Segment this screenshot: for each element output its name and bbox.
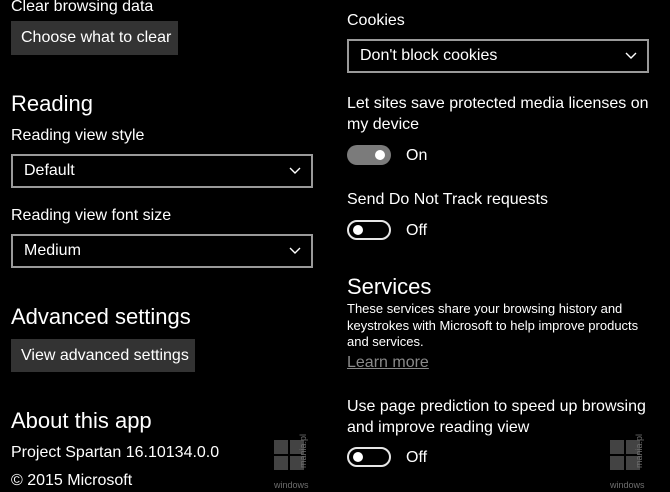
reading-view-style-label: Reading view style bbox=[11, 127, 145, 144]
copyright: © 2015 Microsoft bbox=[11, 472, 133, 489]
view-advanced-settings-button[interactable]: View advanced settings bbox=[11, 339, 195, 372]
learn-more-link[interactable]: Learn more bbox=[347, 354, 429, 372]
about-heading: About this app bbox=[11, 408, 152, 433]
chevron-down-icon bbox=[289, 245, 301, 257]
reading-view-font-size-select[interactable]: Medium bbox=[11, 234, 313, 268]
media-licenses-state: On bbox=[406, 147, 428, 164]
reading-view-font-size-label: Reading view font size bbox=[11, 207, 172, 224]
reading-view-style-value: Default bbox=[24, 162, 75, 179]
page-prediction-label-line2: and improve reading view bbox=[347, 419, 530, 436]
page-prediction-toggle[interactable] bbox=[347, 447, 391, 467]
toggle-knob bbox=[375, 150, 385, 160]
cookies-label: Cookies bbox=[347, 12, 405, 29]
media-licenses-label-line2: my device bbox=[347, 116, 420, 133]
reading-view-font-size-value: Medium bbox=[24, 242, 81, 259]
page-prediction-state: Off bbox=[406, 449, 428, 466]
watermark: mania.pl windows bbox=[272, 432, 330, 492]
cookies-value: Don't block cookies bbox=[360, 47, 498, 64]
services-heading: Services bbox=[347, 274, 432, 299]
watermark-horizontal-text: windows bbox=[274, 480, 309, 490]
media-licenses-label-line1: Let sites save protected media licenses … bbox=[347, 95, 649, 112]
watermark-horizontal-text: windows bbox=[610, 480, 645, 490]
chevron-down-icon bbox=[289, 165, 301, 177]
choose-what-to-clear-button[interactable]: Choose what to clear bbox=[11, 21, 178, 55]
advanced-settings-heading: Advanced settings bbox=[11, 304, 191, 329]
watermark-vertical-text: mania.pl bbox=[298, 433, 308, 468]
toggle-knob bbox=[353, 225, 363, 235]
toggle-knob bbox=[353, 452, 363, 462]
reading-heading: Reading bbox=[11, 91, 93, 116]
watermark-vertical-text: mania.pl bbox=[634, 433, 644, 468]
services-description-line1: These services share your browsing histo… bbox=[347, 301, 623, 316]
clear-browsing-label: Clear browsing data bbox=[11, 0, 154, 15]
app-version: Project Spartan 16.10134.0.0 bbox=[11, 444, 220, 461]
page-prediction-label-line1: Use page prediction to speed up browsing bbox=[347, 398, 646, 415]
do-not-track-label: Send Do Not Track requests bbox=[347, 191, 548, 208]
chevron-down-icon bbox=[625, 50, 637, 62]
watermark: mania.pl windows bbox=[608, 432, 666, 492]
reading-view-style-select[interactable]: Default bbox=[11, 154, 313, 188]
services-description-line3: and services. bbox=[347, 334, 424, 349]
services-description-line2: keystrokes with Microsoft to help improv… bbox=[347, 318, 639, 333]
cookies-select[interactable]: Don't block cookies bbox=[347, 39, 649, 73]
do-not-track-toggle[interactable] bbox=[347, 220, 391, 240]
do-not-track-state: Off bbox=[406, 222, 428, 239]
media-licenses-toggle[interactable] bbox=[347, 145, 391, 165]
